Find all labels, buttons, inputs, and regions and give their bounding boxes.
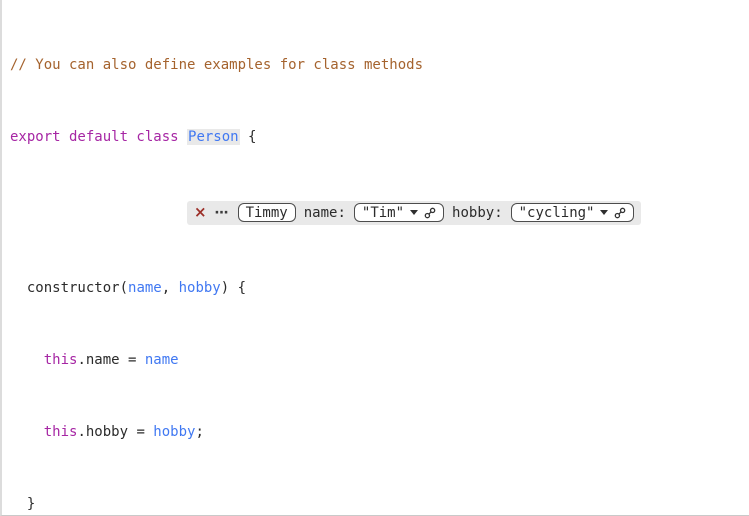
- code-token: ;: [195, 424, 203, 440]
- code-line: this.name = name: [10, 351, 749, 369]
- code-line: this.hobby = hobby;: [10, 423, 749, 441]
- code-line: }: [10, 495, 749, 513]
- code-token: constructor(: [10, 280, 128, 296]
- dropdown-value: "Tim": [362, 204, 404, 222]
- param-value-dropdown[interactable]: "cycling": [511, 203, 635, 222]
- code-token: this: [44, 424, 78, 440]
- code-token: .hobby =: [77, 424, 153, 440]
- code-token: {: [240, 129, 257, 145]
- chevron-down-icon: [410, 210, 418, 215]
- dropdown-value: "cycling": [519, 204, 595, 222]
- chevron-down-icon: [600, 210, 608, 215]
- example-name: Timmy: [246, 204, 288, 222]
- code-token: [10, 424, 44, 440]
- code-token: export default class: [10, 129, 187, 145]
- code-token: name: [128, 280, 162, 296]
- code-token: this: [44, 352, 78, 368]
- link-icon: [614, 207, 626, 219]
- code-token: }: [10, 496, 35, 512]
- code-token: .name =: [77, 352, 144, 368]
- param-label: hobby:: [452, 204, 503, 222]
- code-token: ) {: [221, 280, 246, 296]
- comment-text: // You can also define examples for clas…: [10, 57, 423, 73]
- delete-example-button[interactable]: ×: [194, 205, 207, 220]
- more-options-button[interactable]: ⋯: [215, 206, 230, 220]
- code-token: [10, 352, 44, 368]
- code-token: ,: [162, 280, 179, 296]
- code-line: constructor(name, hobby) {: [10, 279, 749, 297]
- class-example-row: × ⋯ Timmy name: "Tim" hobby: "cycling": [10, 200, 749, 225]
- link-icon: [424, 207, 436, 219]
- param-label: name:: [304, 204, 346, 222]
- code-editor[interactable]: // You can also define examples for clas…: [0, 0, 749, 516]
- code-token: hobby: [179, 280, 221, 296]
- example-button[interactable]: Timmy: [238, 203, 296, 222]
- code-line: // You can also define examples for clas…: [10, 56, 749, 74]
- class-name-token: Person: [187, 129, 240, 145]
- code-token: name: [145, 352, 179, 368]
- code-token: hobby: [153, 424, 195, 440]
- code-line: export default class Person {: [10, 128, 749, 146]
- param-value-dropdown[interactable]: "Tim": [354, 203, 444, 222]
- example-widget-strip: × ⋯ Timmy name: "Tim" hobby: "cycling": [187, 201, 641, 225]
